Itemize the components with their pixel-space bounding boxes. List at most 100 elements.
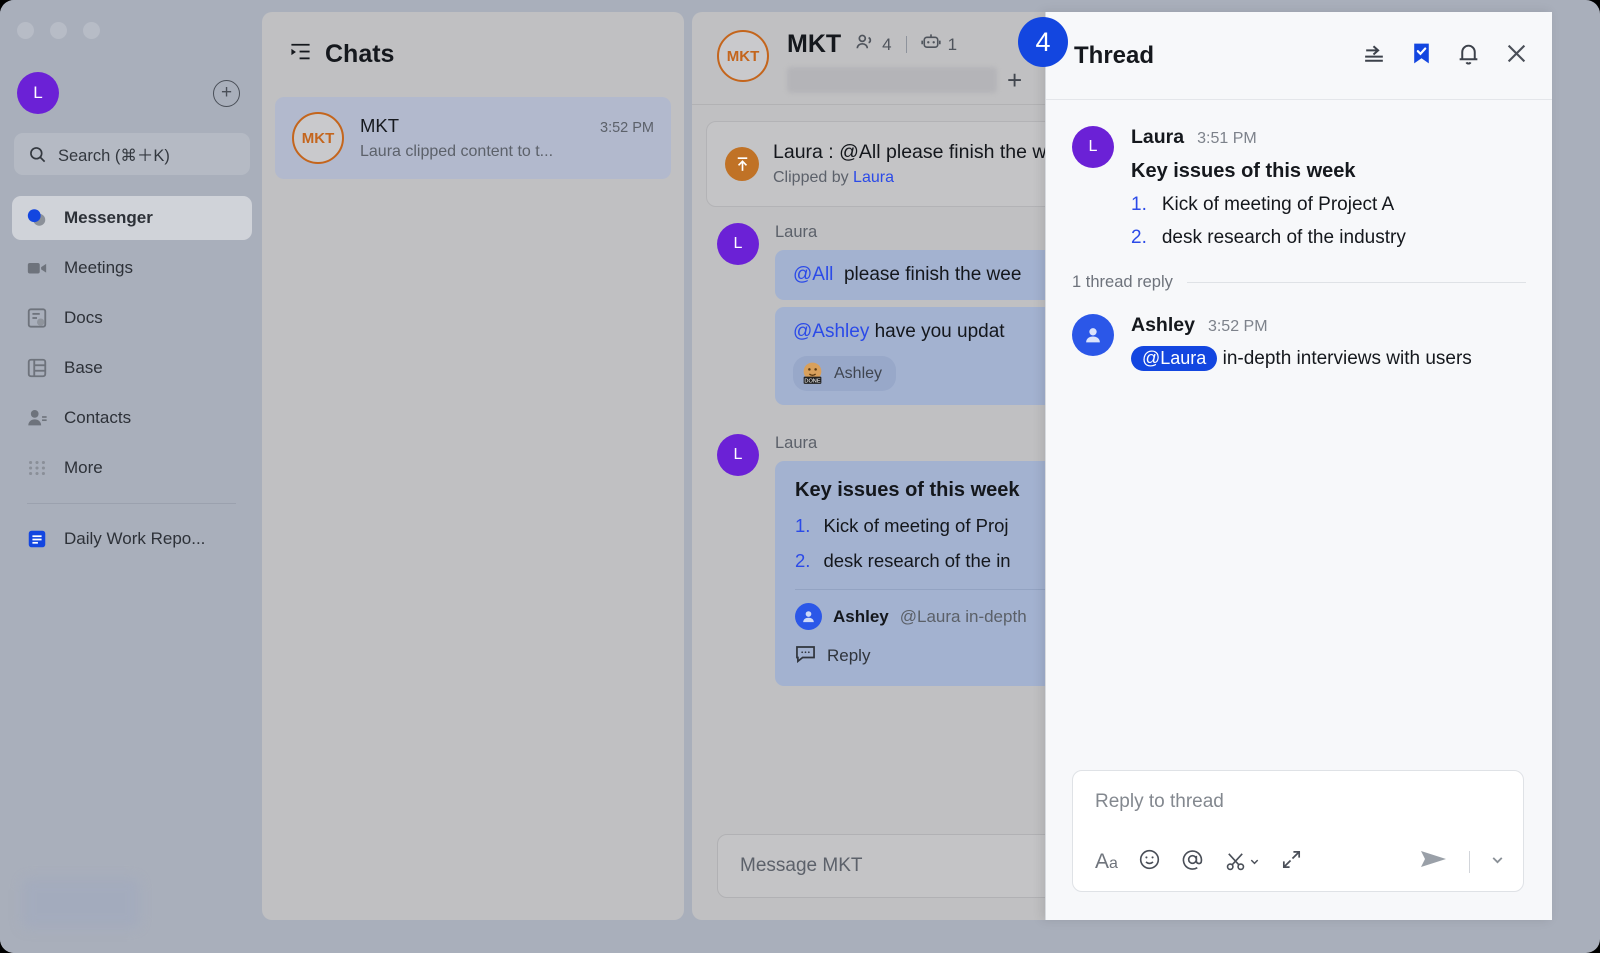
bot-count[interactable]: 1 xyxy=(920,33,958,56)
add-tab-button[interactable]: + xyxy=(1007,67,1022,93)
list-text: Kick of meeting of Proj xyxy=(823,515,1009,536)
doc-blue-icon xyxy=(26,528,48,550)
thread-reply: Ashley 3:52 PM @Laura in-depth interview… xyxy=(1046,292,1552,371)
mention-all[interactable]: @All xyxy=(793,264,833,285)
message-text: please finish the wee xyxy=(843,264,1022,285)
clipped-by-label: Clipped by Laura xyxy=(773,169,1046,187)
thread-root-message: L Laura 3:51 PM Key issues of this week … xyxy=(1046,100,1552,249)
mention-icon[interactable] xyxy=(1181,848,1204,876)
add-new-button[interactable]: + xyxy=(213,79,240,107)
sidebar-item-base[interactable]: Base xyxy=(12,346,252,390)
header-separator xyxy=(905,36,907,53)
text-format-icon[interactable]: Aa xyxy=(1095,850,1118,874)
avatar[interactable] xyxy=(1072,314,1114,356)
member-count-value: 4 xyxy=(882,34,892,54)
sidebar-item-meetings[interactable]: Meetings xyxy=(12,246,252,290)
sidebar-item-messenger[interactable]: Messenger xyxy=(12,196,252,240)
avatar[interactable]: L xyxy=(717,223,759,265)
bookmark-check-icon[interactable] xyxy=(1409,41,1434,71)
chat-list-icon[interactable] xyxy=(289,42,312,67)
people-icon xyxy=(855,33,875,56)
message-text: have you updat xyxy=(874,321,1005,342)
person-icon xyxy=(795,603,822,630)
clipped-by-user[interactable]: Laura xyxy=(853,169,894,186)
chats-header: Chats xyxy=(262,12,684,69)
card-divider xyxy=(795,589,1085,590)
zoom-window-button[interactable] xyxy=(83,22,100,39)
reply-label: Reply xyxy=(827,646,871,665)
sidebar-item-more[interactable]: More xyxy=(12,446,252,490)
chats-panel: Chats MKT MKT 3:52 PM Laura clipped cont… xyxy=(262,12,684,920)
toolbar-separator xyxy=(1469,850,1470,873)
search-placeholder: Search (⌘＋K) xyxy=(58,147,170,165)
close-window-button[interactable] xyxy=(17,22,34,39)
thread-composer[interactable]: Reply to thread Aa xyxy=(1072,770,1524,892)
reply-button[interactable]: Reply xyxy=(795,644,1085,668)
sidebar-item-label: Daily Work Repo... xyxy=(64,529,206,548)
message-sender: Laura xyxy=(1131,126,1185,148)
reply-preview-text: @Laura in-depth xyxy=(899,606,1027,626)
reply-text: in-depth interviews with users xyxy=(1222,348,1472,369)
left-sidebar: L + Search (⌘＋K) Messenger Meetings Docs… xyxy=(0,0,262,953)
list-number: 2. xyxy=(795,550,811,571)
docs-icon xyxy=(26,307,48,329)
clipped-by-prefix: Clipped by xyxy=(773,169,854,186)
list-item: 1. Kick of meeting of Project A xyxy=(1131,194,1526,216)
sidebar-item-label: Meetings xyxy=(64,258,133,277)
minimize-window-button[interactable] xyxy=(50,22,67,39)
bell-icon[interactable] xyxy=(1456,41,1481,71)
person-icon xyxy=(1086,328,1100,343)
list-item: 2. desk research of the in xyxy=(795,550,1085,572)
robot-icon xyxy=(920,33,941,56)
send-icon[interactable] xyxy=(1419,846,1449,877)
emoji-icon[interactable] xyxy=(1138,848,1161,876)
expand-icon[interactable] xyxy=(1280,848,1303,876)
sidebar-item-label: Docs xyxy=(64,308,103,327)
svg-text:DONE: DONE xyxy=(804,378,820,384)
list-number: 1. xyxy=(795,515,811,536)
avatar[interactable]: L xyxy=(717,434,759,476)
thread-replies-divider: 1 thread reply xyxy=(1046,249,1552,292)
list-text: desk research of the industry xyxy=(1161,227,1406,248)
thread-panel: 4 Thread L Laura 3:51 PM Key issues of t… xyxy=(1018,12,1552,920)
avatar: MKT xyxy=(292,112,344,164)
conversation-tabs-placeholder xyxy=(787,67,997,93)
chevron-down-icon[interactable] xyxy=(1490,852,1505,872)
mention-laura[interactable]: @Laura xyxy=(1131,346,1218,371)
scissors-icon[interactable] xyxy=(1224,850,1260,873)
bot-count-value: 1 xyxy=(947,34,958,54)
member-count[interactable]: 4 xyxy=(855,33,892,56)
composer-placeholder: Message MKT xyxy=(740,855,863,876)
message-title: Key issues of this week xyxy=(1131,160,1356,182)
sidebar-item-docs[interactable]: Docs xyxy=(12,296,252,340)
reply-author: Ashley xyxy=(833,606,889,626)
app-window: L + Search (⌘＋K) Messenger Meetings Docs… xyxy=(0,0,1600,953)
avatar[interactable]: L xyxy=(17,72,59,114)
thread-reply-preview[interactable]: Ashley @Laura in-depth xyxy=(795,603,1085,630)
list-item: 1. Kick of meeting of Proj xyxy=(795,515,1085,537)
search-icon xyxy=(30,146,46,162)
thread-title: Thread xyxy=(1074,41,1155,69)
sidebar-item-daily-work-report[interactable]: Daily Work Repo... xyxy=(12,518,252,560)
done-cookie-emoji: DONE xyxy=(800,361,825,386)
sidebar-item-label: More xyxy=(64,458,103,477)
chat-list-item-mkt[interactable]: MKT MKT 3:52 PM Laura clipped content to… xyxy=(275,97,671,179)
card-title: Key issues of this week xyxy=(795,479,1020,501)
forward-icon[interactable] xyxy=(1362,41,1387,71)
reaction-chip[interactable]: DONE Ashley xyxy=(793,356,897,391)
list-number: 2. xyxy=(1131,227,1147,248)
avatar[interactable]: L xyxy=(1072,126,1114,168)
message-timestamp: 3:52 PM xyxy=(1207,318,1268,335)
avatar: MKT xyxy=(717,30,769,82)
grid-dots-icon xyxy=(26,457,48,479)
chat-name: MKT xyxy=(360,115,400,136)
sidebar-footer-placeholder xyxy=(22,878,140,928)
account-row: L + xyxy=(0,62,262,124)
sidebar-nav: Messenger Meetings Docs Base Contacts Mo… xyxy=(12,196,252,496)
clipped-message-text: Laura : @All please finish the w xyxy=(773,141,1047,163)
close-icon[interactable] xyxy=(1503,40,1530,72)
sidebar-item-contacts[interactable]: Contacts xyxy=(12,396,252,440)
mention-ashley[interactable]: @Ashley xyxy=(793,321,869,342)
search-input[interactable]: Search (⌘＋K) xyxy=(14,133,250,175)
chevron-down-icon xyxy=(1250,859,1259,865)
